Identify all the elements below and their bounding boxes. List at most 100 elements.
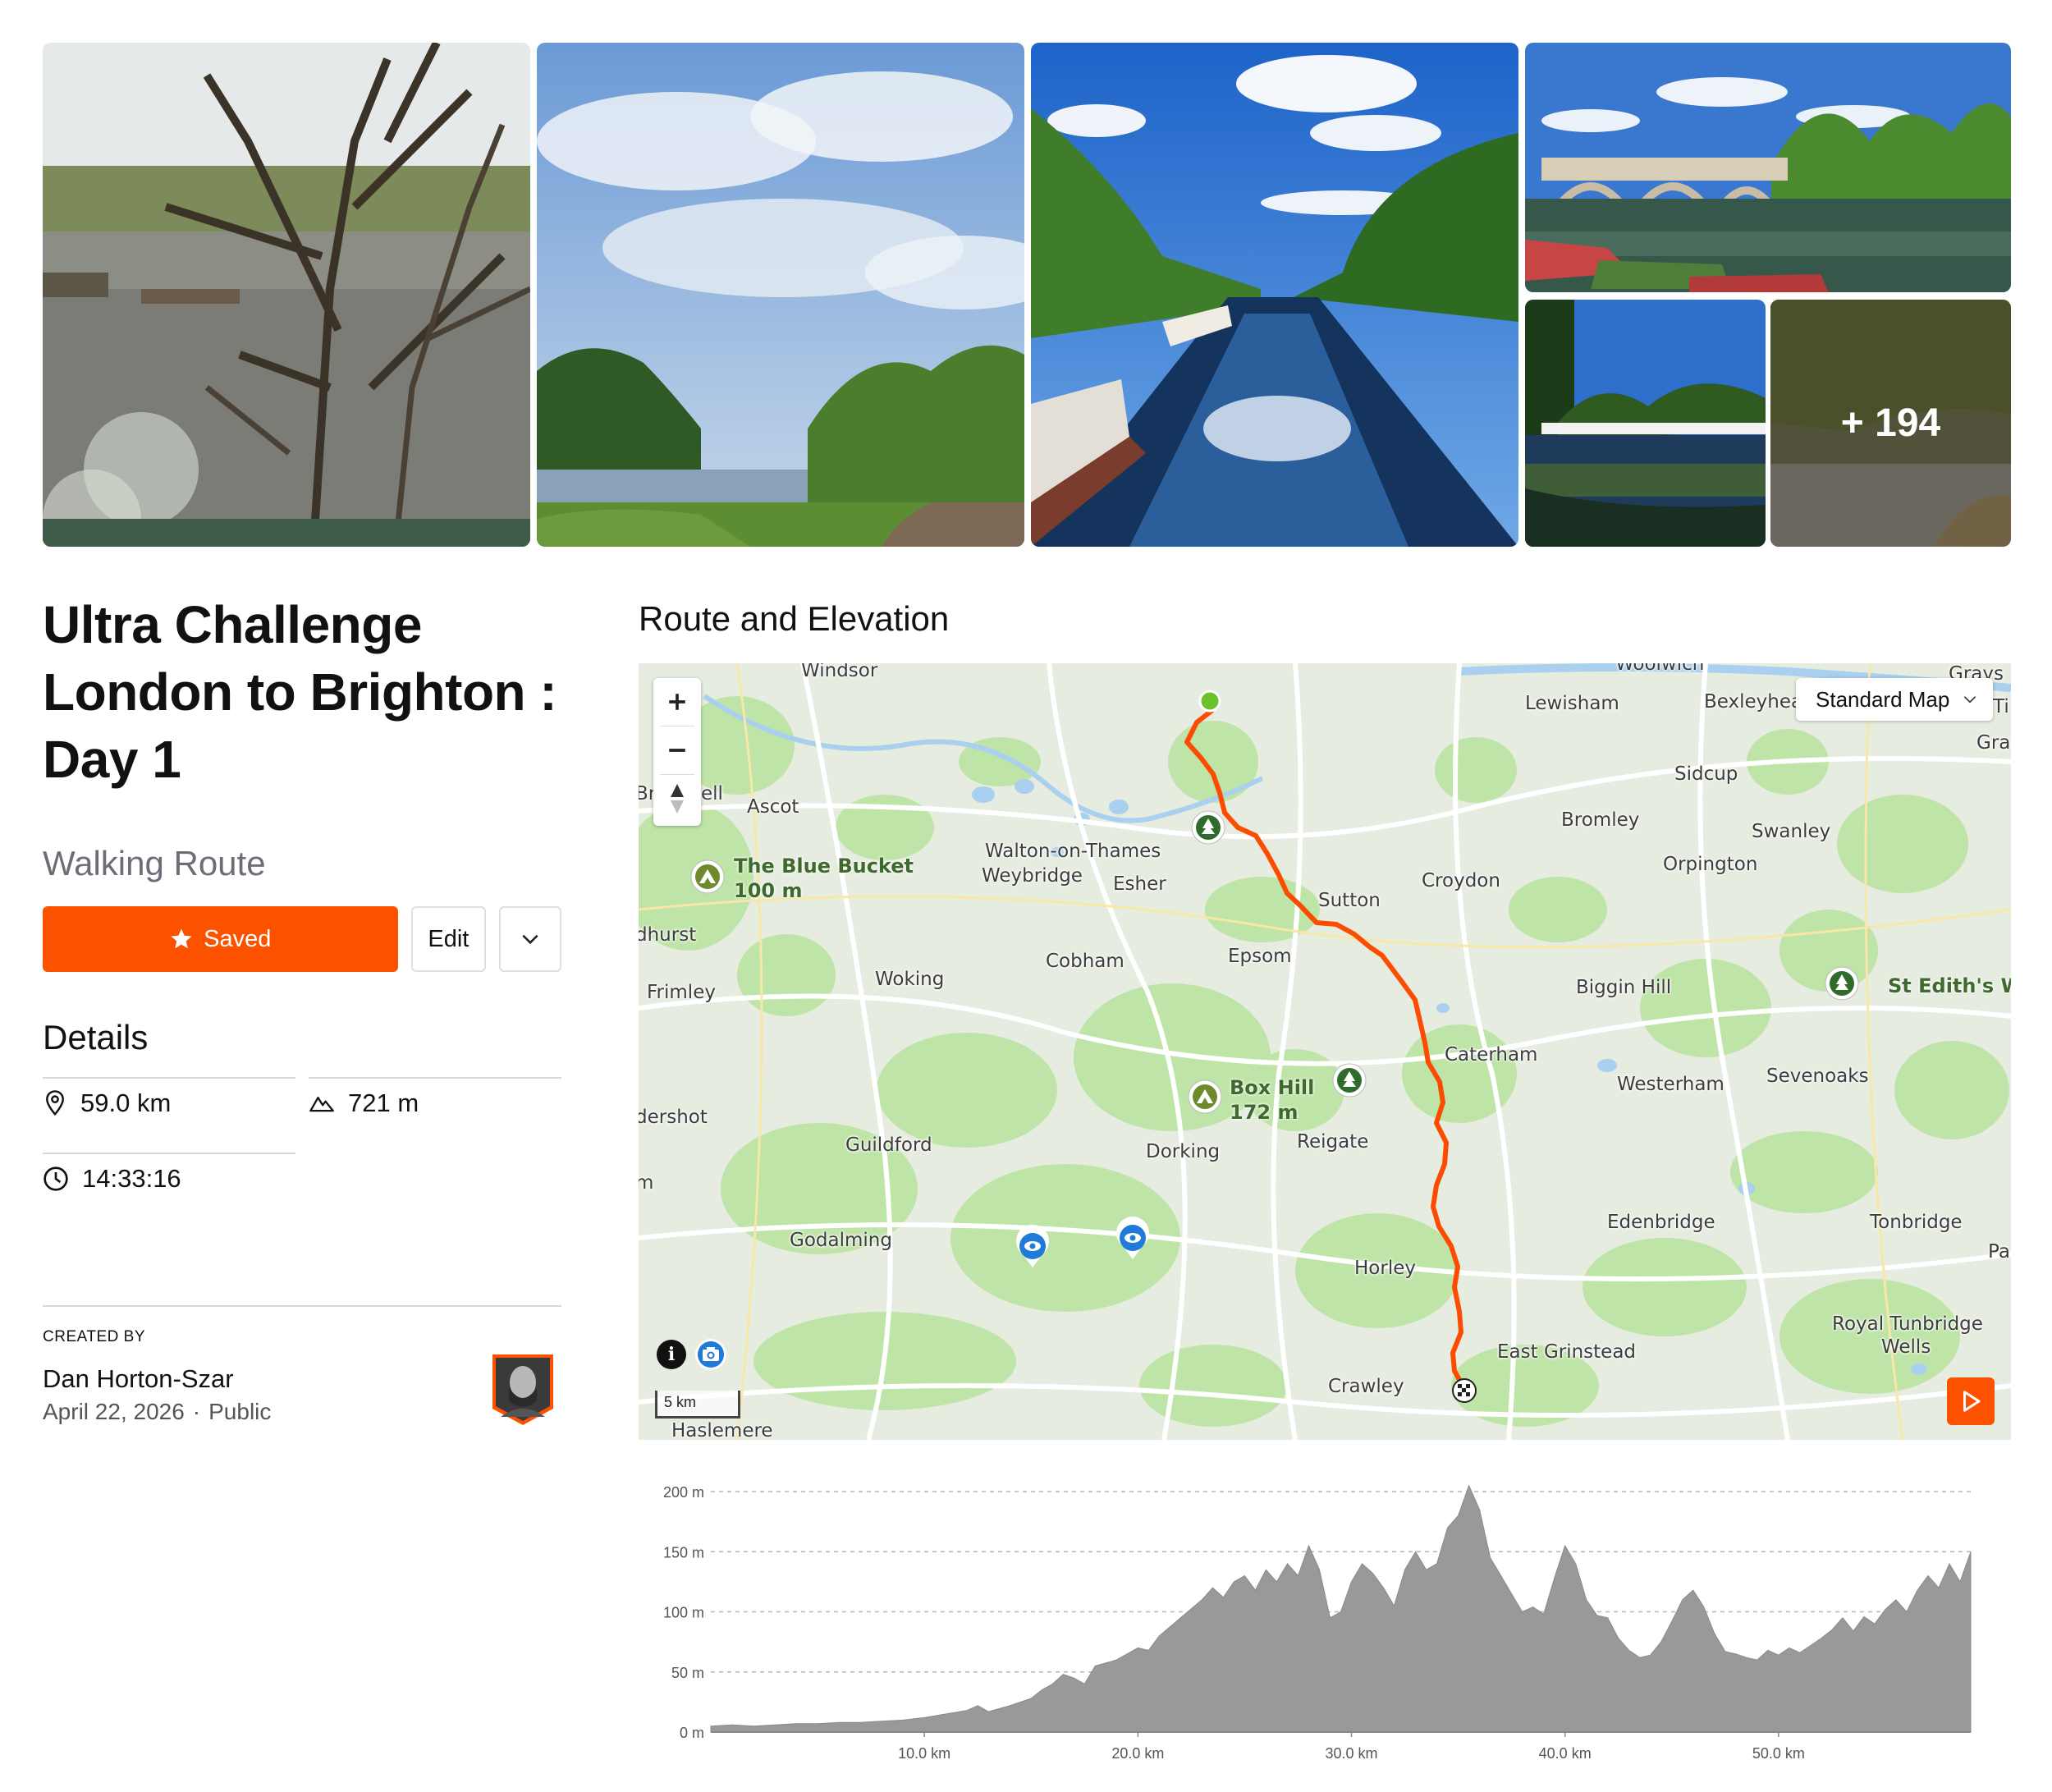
created-by-label: CREATED BY: [43, 1328, 146, 1345]
x-tick-label: 40.0 km: [1539, 1745, 1592, 1762]
star-icon: [171, 928, 192, 949]
y-tick-label: 100 m: [663, 1605, 704, 1621]
stat-divider: [309, 1077, 561, 1079]
edit-button[interactable]: Edit: [410, 906, 487, 972]
map-town-label: Ti: [1993, 696, 2009, 717]
y-tick-label: 0 m: [680, 1725, 704, 1741]
map-town-label: Gra: [1976, 732, 2011, 754]
avatar[interactable]: [489, 1351, 557, 1427]
map-town-label: Godalming: [790, 1230, 892, 1251]
map-town-label: Sevenoaks: [1766, 1066, 1869, 1087]
y-tick-label: 50 m: [671, 1665, 704, 1681]
map-town-label: Bexleyhea: [1704, 691, 1803, 713]
map-town-label: m: [639, 1172, 654, 1194]
map-town-label: Woking: [875, 969, 945, 990]
map-town-label: Sidcup: [1674, 763, 1738, 785]
location-pin-icon: [46, 1090, 64, 1116]
saved-button[interactable]: Saved: [43, 906, 398, 972]
poi-label-box-hill[interactable]: Box Hill 172 m: [1230, 1075, 1314, 1125]
poi-label-st-ediths[interactable]: St Edith's W: [1888, 974, 2011, 998]
map-town-label: Lewisham: [1525, 693, 1619, 714]
route-title-line-2: London to Brighton :: [43, 662, 557, 722]
poi-name: The Blue Bucket: [734, 855, 914, 878]
map-town-label: Guildford: [845, 1134, 932, 1156]
created-divider: [43, 1305, 561, 1307]
stat-time: 14:33:16: [43, 1164, 181, 1194]
map-town-label: Epsom: [1228, 946, 1292, 967]
map-town-label: Dorking: [1146, 1141, 1221, 1162]
more-photos-count: + 194: [1840, 401, 1941, 445]
clock-icon: [44, 1166, 68, 1191]
map-town-label: Croydon: [1422, 870, 1500, 891]
peak-pin-icon: [690, 859, 725, 894]
route-type: Walking Route: [43, 844, 266, 882]
zoom-out-button[interactable]: [653, 726, 701, 774]
map-type-label: Standard Map: [1816, 686, 1950, 712]
elevation-chart-svg: 200 m 150 m 100 m 50 m 0 m 10.0 km 20.0 km 30.0…: [663, 1484, 1972, 1762]
mountain-icon: [309, 1097, 334, 1112]
elevation-area: [710, 1484, 1972, 1733]
route-info-panel: Ultra Challenge London to Brighton : Day…: [43, 591, 561, 1438]
poi-label-blue-bucket[interactable]: The Blue Bucket 100 m: [734, 854, 914, 903]
route-title: Ultra Challenge London to Brighton : Day…: [43, 591, 561, 793]
poi-elevation: 100 m: [734, 879, 803, 902]
tree-pin-icon: [1332, 1063, 1367, 1098]
map-town-label: Crawley: [1328, 1376, 1404, 1397]
time-value: 14:33:16: [82, 1164, 181, 1193]
compass-icon: [671, 784, 684, 814]
map-town-label: Pa: [1988, 1241, 2010, 1263]
gallery-photo-1[interactable]: [43, 43, 530, 547]
gallery-photo-2[interactable]: [537, 43, 1024, 547]
gallery-photo-3[interactable]: [1031, 43, 1518, 547]
stat-divider: [43, 1153, 295, 1154]
distance-value: 59.0 km: [80, 1088, 172, 1117]
map-town-label: Windsor: [801, 663, 878, 681]
map-town-label: Ascot: [747, 796, 799, 818]
meta-separator: ·: [192, 1399, 201, 1424]
tree-pin-icon: [1191, 810, 1225, 845]
route-title-line-3: Day 1: [43, 730, 181, 789]
compass-button[interactable]: [653, 775, 701, 823]
map-town-label: Tonbridge: [1870, 1212, 1963, 1233]
map-scale: 5 km: [655, 1391, 740, 1418]
stat-elevation-gain: 721 m: [309, 1088, 419, 1118]
camera-icon[interactable]: [694, 1338, 727, 1371]
x-tick-label: 10.0 km: [898, 1745, 950, 1762]
map-town-label: Woolwich: [1615, 663, 1705, 675]
flyover-play-button[interactable]: [1947, 1377, 1995, 1425]
map-town-label: Horley: [1354, 1258, 1416, 1279]
map-town-label: Orpington: [1663, 854, 1758, 875]
map-base-layer: [639, 663, 2011, 1440]
more-options-button[interactable]: [499, 906, 561, 972]
route-start-marker: [1198, 690, 1221, 713]
created-date: April 22, 2026: [43, 1399, 185, 1424]
poi-name: St Edith's W: [1888, 974, 2011, 997]
map-town-label: Bromley: [1561, 809, 1640, 831]
gallery-more-photos[interactable]: + 194: [1770, 300, 2011, 547]
zoom-in-button[interactable]: [653, 678, 701, 726]
map-town-label: dhurst: [639, 924, 697, 946]
route-map[interactable]: Windsor Woolwich Grays Ti Gra Lewisham B…: [639, 663, 2011, 1440]
stat-distance: 59.0 km: [43, 1088, 171, 1118]
elevation-chart[interactable]: 200 m 150 m 100 m 50 m 0 m 10.0 km 20.0 km 30.0…: [639, 1449, 2011, 1792]
route-finish-marker: [1452, 1378, 1477, 1403]
route-actions: Saved Edit: [43, 906, 561, 972]
photo-gallery: + 194: [43, 43, 2011, 547]
route-stats: 59.0 km 721 m 14:33:16: [43, 1077, 561, 1207]
poi-elevation: 172 m: [1230, 1101, 1299, 1124]
more-photos-overlay: + 194: [1770, 300, 2011, 547]
gallery-photo-4[interactable]: [1525, 43, 2011, 292]
map-info-button[interactable]: i: [657, 1340, 686, 1369]
map-town-label: Caterham: [1445, 1044, 1538, 1066]
zoom-controls: [653, 678, 701, 826]
chevron-down-icon: [522, 934, 538, 945]
map-type-select[interactable]: Standard Map: [1796, 678, 1993, 721]
x-tick-label: 30.0 km: [1325, 1745, 1377, 1762]
gallery-photo-5[interactable]: [1525, 300, 1766, 547]
y-tick-label: 200 m: [663, 1484, 704, 1501]
creator-block: Dan Horton-Szar April 22, 2026 · Public: [43, 1354, 561, 1438]
route-title-line-1: Ultra Challenge: [43, 595, 422, 654]
creator-name[interactable]: Dan Horton-Szar: [43, 1364, 561, 1394]
map-town-label: Sutton: [1318, 890, 1381, 911]
saved-button-label: Saved: [204, 925, 272, 952]
